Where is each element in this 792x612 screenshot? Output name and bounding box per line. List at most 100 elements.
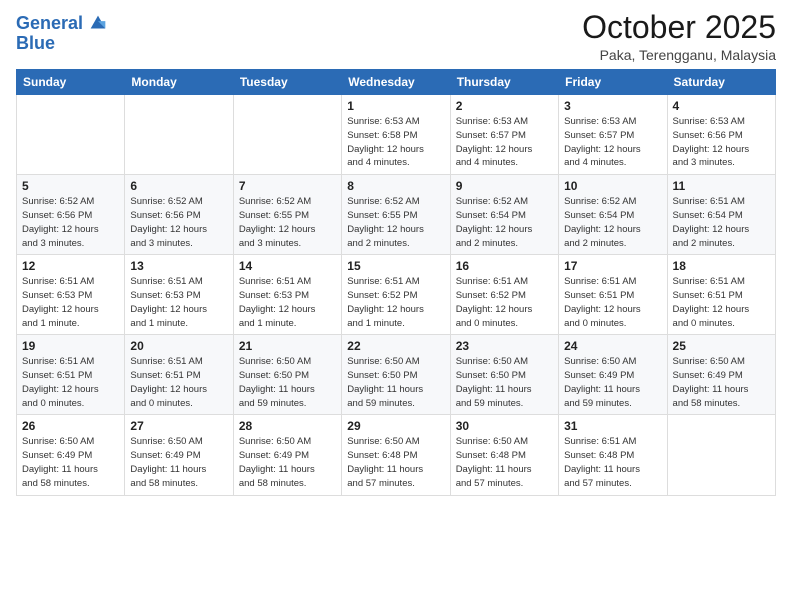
weekday-header-wednesday: Wednesday (342, 70, 450, 95)
logo: General Blue (16, 14, 109, 54)
day-info: Sunrise: 6:50 AM Sunset: 6:50 PM Dayligh… (239, 355, 336, 410)
day-number: 22 (347, 339, 444, 353)
day-number: 23 (456, 339, 553, 353)
day-number: 27 (130, 419, 227, 433)
day-number: 16 (456, 259, 553, 273)
calendar-cell: 19 Sunrise: 6:51 AM Sunset: 6:51 PM Dayli… (17, 335, 125, 415)
calendar-cell: 26Sunrise: 6:50 AM Sunset: 6:49 PM Dayli… (17, 415, 125, 495)
day-number: 21 (239, 339, 336, 353)
weekday-header-saturday: Saturday (667, 70, 775, 95)
calendar-cell: 9 Sunrise: 6:52 AM Sunset: 6:54 PM Daylig… (450, 175, 558, 255)
day-info: Sunrise: 6:51 AM Sunset: 6:48 PM Dayligh… (564, 435, 661, 490)
calendar-week-row: 12 Sunrise: 6:51 AM Sunset: 6:53 PM Dayli… (17, 255, 776, 335)
day-number: 15 (347, 259, 444, 273)
weekday-header-sunday: Sunday (17, 70, 125, 95)
calendar-cell: 28 Sunrise: 6:50 AM Sunset: 6:49 PM Dayli… (233, 415, 341, 495)
day-info: Sunrise: 6:52 AM Sunset: 6:55 PM Dayligh… (239, 195, 336, 250)
calendar-cell: 6Sunrise: 6:52 AM Sunset: 6:56 PM Daylig… (125, 175, 233, 255)
day-info: Sunrise: 6:51 AM Sunset: 6:52 PM Dayligh… (347, 275, 444, 330)
weekday-header-tuesday: Tuesday (233, 70, 341, 95)
calendar-cell: 31Sunrise: 6:51 AM Sunset: 6:48 PM Dayli… (559, 415, 667, 495)
day-number: 1 (347, 99, 444, 113)
day-info: Sunrise: 6:52 AM Sunset: 6:55 PM Dayligh… (347, 195, 444, 250)
calendar-cell: 1Sunrise: 6:53 AM Sunset: 6:58 PM Daylig… (342, 95, 450, 175)
calendar-cell: 7 Sunrise: 6:52 AM Sunset: 6:55 PM Daylig… (233, 175, 341, 255)
calendar-week-row: 5 Sunrise: 6:52 AM Sunset: 6:56 PM Daylig… (17, 175, 776, 255)
calendar-cell: 30Sunrise: 6:50 AM Sunset: 6:48 PM Dayli… (450, 415, 558, 495)
day-info: Sunrise: 6:53 AM Sunset: 6:56 PM Dayligh… (673, 115, 770, 170)
day-number: 28 (239, 419, 336, 433)
day-info: Sunrise: 6:50 AM Sunset: 6:50 PM Dayligh… (456, 355, 553, 410)
calendar-cell: 11 Sunrise: 6:51 AM Sunset: 6:54 PM Dayli… (667, 175, 775, 255)
logo-blue-text: Blue (16, 34, 109, 54)
logo-icon (87, 12, 109, 34)
calendar-week-row: 26 Sunrise: 6:50 AM Sunset: 6:49 PM Dayli… (17, 415, 776, 495)
day-info: Sunrise: 6:51 AM Sunset: 6:54 PM Dayligh… (673, 195, 770, 250)
day-number: 3 (564, 99, 661, 113)
day-info: Sunrise: 6:51 AM Sunset: 6:51 PM Dayligh… (130, 355, 227, 410)
day-number: 7 (239, 179, 336, 193)
day-info: Sunrise: 6:53 AM Sunset: 6:57 PM Dayligh… (456, 115, 553, 170)
day-info: Sunrise: 6:52 AM Sunset: 6:54 PM Dayligh… (456, 195, 553, 250)
day-number: 13 (130, 259, 227, 273)
day-info: Sunrise: 6:52 AM Sunset: 6:56 PM Dayligh… (22, 195, 119, 250)
calendar-cell: 22 Sunrise: 6:50 AM Sunset: 6:50 PM Dayli… (342, 335, 450, 415)
day-number: 11 (673, 179, 770, 193)
day-number: 10 (564, 179, 661, 193)
calendar-cell: 25Sunrise: 6:50 AM Sunset: 6:49 PM Dayli… (667, 335, 775, 415)
day-info: Sunrise: 6:51 AM Sunset: 6:51 PM Dayligh… (564, 275, 661, 330)
calendar-cell: 3Sunrise: 6:53 AM Sunset: 6:57 PM Daylig… (559, 95, 667, 175)
day-number: 18 (673, 259, 770, 273)
day-number: 20 (130, 339, 227, 353)
calendar-cell (125, 95, 233, 175)
calendar-cell: 23 Sunrise: 6:50 AM Sunset: 6:50 PM Dayli… (450, 335, 558, 415)
weekday-header-thursday: Thursday (450, 70, 558, 95)
calendar-cell: 13Sunrise: 6:51 AM Sunset: 6:53 PM Dayli… (125, 255, 233, 335)
day-info: Sunrise: 6:50 AM Sunset: 6:49 PM Dayligh… (239, 435, 336, 490)
day-number: 24 (564, 339, 661, 353)
day-info: Sunrise: 6:51 AM Sunset: 6:51 PM Dayligh… (673, 275, 770, 330)
day-number: 14 (239, 259, 336, 273)
weekday-header-friday: Friday (559, 70, 667, 95)
day-number: 19 (22, 339, 119, 353)
calendar-cell: 20 Sunrise: 6:51 AM Sunset: 6:51 PM Dayli… (125, 335, 233, 415)
calendar-cell: 21 Sunrise: 6:50 AM Sunset: 6:50 PM Dayli… (233, 335, 341, 415)
day-info: Sunrise: 6:52 AM Sunset: 6:56 PM Dayligh… (130, 195, 227, 250)
day-info: Sunrise: 6:52 AM Sunset: 6:54 PM Dayligh… (564, 195, 661, 250)
day-number: 9 (456, 179, 553, 193)
month-title: October 2025 (582, 10, 776, 45)
calendar-table: SundayMondayTuesdayWednesdayThursdayFrid… (16, 69, 776, 495)
calendar-cell: 2 Sunrise: 6:53 AM Sunset: 6:57 PM Daylig… (450, 95, 558, 175)
calendar-cell (233, 95, 341, 175)
day-info: Sunrise: 6:51 AM Sunset: 6:53 PM Dayligh… (22, 275, 119, 330)
day-info: Sunrise: 6:51 AM Sunset: 6:53 PM Dayligh… (239, 275, 336, 330)
day-info: Sunrise: 6:50 AM Sunset: 6:49 PM Dayligh… (673, 355, 770, 410)
calendar-cell: 24 Sunrise: 6:50 AM Sunset: 6:49 PM Dayli… (559, 335, 667, 415)
day-number: 8 (347, 179, 444, 193)
calendar-cell: 29Sunrise: 6:50 AM Sunset: 6:48 PM Dayli… (342, 415, 450, 495)
day-number: 2 (456, 99, 553, 113)
calendar-cell (17, 95, 125, 175)
calendar-header-row: SundayMondayTuesdayWednesdayThursdayFrid… (17, 70, 776, 95)
calendar-cell: 18 Sunrise: 6:51 AM Sunset: 6:51 PM Dayli… (667, 255, 775, 335)
calendar-cell: 8 Sunrise: 6:52 AM Sunset: 6:55 PM Daylig… (342, 175, 450, 255)
calendar-cell: 27 Sunrise: 6:50 AM Sunset: 6:49 PM Dayli… (125, 415, 233, 495)
day-number: 5 (22, 179, 119, 193)
calendar-cell: 4Sunrise: 6:53 AM Sunset: 6:56 PM Daylig… (667, 95, 775, 175)
day-number: 26 (22, 419, 119, 433)
calendar-week-row: 19 Sunrise: 6:51 AM Sunset: 6:51 PM Dayli… (17, 335, 776, 415)
day-number: 29 (347, 419, 444, 433)
calendar-week-row: 1Sunrise: 6:53 AM Sunset: 6:58 PM Daylig… (17, 95, 776, 175)
day-info: Sunrise: 6:51 AM Sunset: 6:52 PM Dayligh… (456, 275, 553, 330)
page: General Blue October 2025 Paka, Terengga… (0, 0, 792, 612)
calendar-cell: 12 Sunrise: 6:51 AM Sunset: 6:53 PM Dayli… (17, 255, 125, 335)
day-info: Sunrise: 6:50 AM Sunset: 6:49 PM Dayligh… (564, 355, 661, 410)
header: General Blue October 2025 Paka, Terengga… (16, 10, 776, 63)
day-info: Sunrise: 6:51 AM Sunset: 6:51 PM Dayligh… (22, 355, 119, 410)
day-number: 12 (22, 259, 119, 273)
day-info: Sunrise: 6:50 AM Sunset: 6:50 PM Dayligh… (347, 355, 444, 410)
day-info: Sunrise: 6:50 AM Sunset: 6:49 PM Dayligh… (130, 435, 227, 490)
day-number: 30 (456, 419, 553, 433)
weekday-header-monday: Monday (125, 70, 233, 95)
title-block: October 2025 Paka, Terengganu, Malaysia (582, 10, 776, 63)
